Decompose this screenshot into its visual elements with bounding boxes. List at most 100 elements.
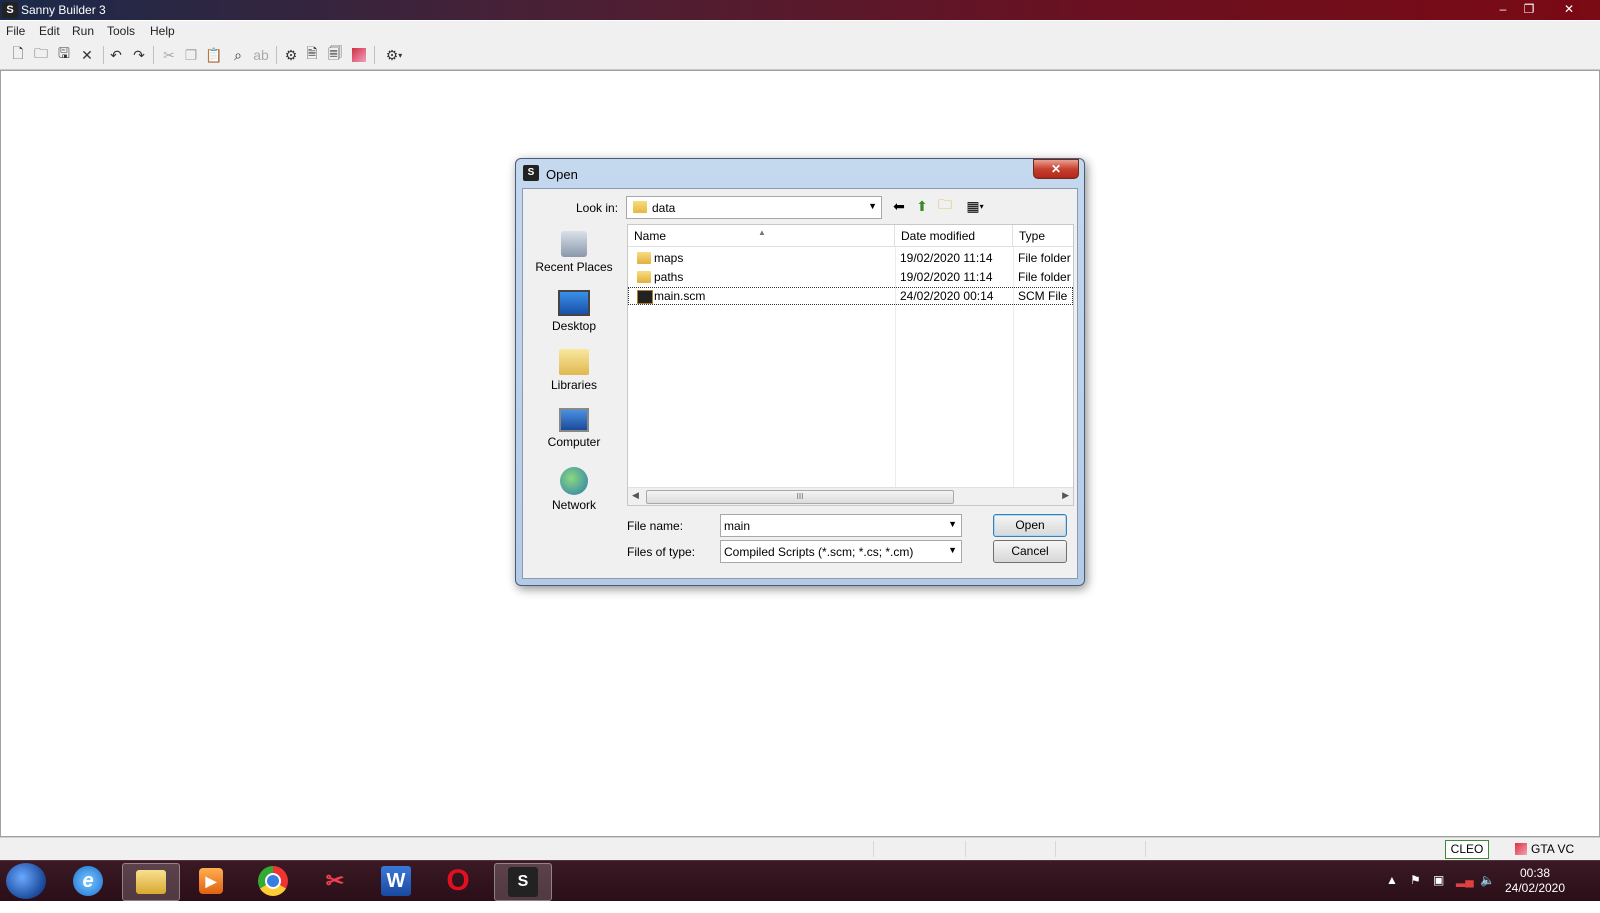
menu-bar: File Edit Run Tools Help bbox=[0, 21, 1600, 41]
find-icon[interactable]: ⌕ bbox=[229, 46, 247, 64]
show-hidden-icons-icon[interactable]: ▲ bbox=[1386, 873, 1398, 913]
chevron-down-icon: ▼ bbox=[948, 545, 957, 555]
volume-icon[interactable]: 🔈 bbox=[1480, 873, 1495, 913]
file-type-select[interactable]: Compiled Scripts (*.scm; *.cs; *.cm) ▼ bbox=[720, 540, 962, 563]
file-date: 24/02/2020 00:14 bbox=[900, 289, 994, 303]
options-gear-icon[interactable]: ⚙ ▾ bbox=[380, 46, 408, 64]
place-desktop[interactable]: Desktop bbox=[526, 290, 622, 333]
toolbar-separator bbox=[153, 46, 154, 64]
column-header-type[interactable]: Type bbox=[1013, 225, 1073, 247]
look-in-label: Look in: bbox=[576, 201, 619, 215]
new-file-icon[interactable]: 🗋 bbox=[9, 45, 27, 64]
action-center-flag-icon[interactable]: ⚑ bbox=[1410, 873, 1421, 913]
toolbar-separator bbox=[374, 46, 375, 64]
menu-tools[interactable]: Tools bbox=[107, 24, 135, 38]
close-icon[interactable]: ✕ bbox=[78, 46, 96, 64]
taskbar-media-player[interactable]: ▶ bbox=[183, 863, 239, 899]
opera-icon: O bbox=[446, 864, 470, 897]
cut-icon[interactable]: ✂ bbox=[160, 46, 178, 64]
cleo-status-badge[interactable]: CLEO bbox=[1445, 840, 1489, 859]
up-folder-icon[interactable]: ⬆ bbox=[913, 197, 931, 215]
safely-remove-hardware-icon[interactable]: ▣ bbox=[1433, 873, 1444, 913]
undo-icon[interactable]: ↶ bbox=[107, 46, 125, 64]
menu-edit[interactable]: Edit bbox=[39, 24, 60, 38]
folder-icon bbox=[637, 271, 651, 283]
taskbar-word[interactable]: W bbox=[368, 863, 424, 899]
open-button[interactable]: Open bbox=[993, 514, 1067, 537]
replace-icon[interactable]: ab bbox=[252, 46, 270, 64]
place-label: Network bbox=[551, 498, 596, 512]
file-list[interactable]: Name ▲ Date modified Type maps 19/02/202… bbox=[627, 224, 1074, 506]
scm-file-icon bbox=[637, 290, 653, 304]
taskbar-internet-explorer[interactable]: e bbox=[60, 863, 116, 899]
scroll-left-icon[interactable]: ◀ bbox=[632, 490, 639, 501]
menu-run[interactable]: Run bbox=[72, 24, 94, 38]
status-segment bbox=[1055, 841, 1056, 857]
menu-help[interactable]: Help bbox=[150, 24, 175, 38]
file-row[interactable]: paths 19/02/2020 11:14 File folder bbox=[628, 268, 1073, 286]
column-header-name[interactable]: Name ▲ bbox=[628, 225, 895, 247]
taskbar-chrome[interactable] bbox=[245, 863, 301, 899]
copy-icon[interactable]: ❐ bbox=[182, 46, 200, 64]
place-label: Computer bbox=[547, 435, 601, 449]
file-date: 19/02/2020 11:14 bbox=[900, 270, 993, 284]
taskbar-opera[interactable]: O bbox=[430, 863, 486, 899]
start-button[interactable] bbox=[6, 863, 46, 899]
file-date: 19/02/2020 11:14 bbox=[900, 251, 993, 265]
close-window-button[interactable]: ✕ bbox=[1556, 0, 1582, 18]
network-icon bbox=[560, 467, 588, 495]
dialog-body: Look in: data ▼ ⬅ ⬆ 🗀 ▦ ▾ Recent Places D… bbox=[522, 188, 1078, 579]
ide-icon[interactable] bbox=[350, 46, 368, 64]
open-folder-icon[interactable]: 🗀 bbox=[32, 45, 50, 64]
back-arrow-icon[interactable]: ⬅ bbox=[890, 197, 908, 215]
status-segment bbox=[1145, 841, 1146, 857]
dialog-app-icon: S bbox=[523, 165, 539, 181]
file-name-input[interactable]: main ▼ bbox=[720, 514, 962, 537]
place-network[interactable]: Network bbox=[526, 467, 622, 512]
place-libraries[interactable]: Libraries bbox=[526, 349, 622, 392]
open-dialog: S Open ✕ Look in: data ▼ ⬅ ⬆ 🗀 ▦ ▾ Recent… bbox=[515, 158, 1085, 586]
internet-explorer-icon: e bbox=[73, 866, 103, 896]
dialog-close-button[interactable]: ✕ bbox=[1033, 159, 1079, 179]
compile-decompile-icon[interactable]: 🗐 bbox=[326, 45, 344, 64]
file-row[interactable]: maps 19/02/2020 11:14 File folder bbox=[628, 249, 1073, 267]
scroll-right-icon[interactable]: ▶ bbox=[1062, 490, 1069, 501]
file-type: File folder bbox=[1018, 251, 1071, 265]
view-menu-icon[interactable]: ▦ ▾ bbox=[961, 197, 989, 215]
taskbar-snipping-tool[interactable]: ✂ bbox=[307, 863, 363, 899]
file-name: paths bbox=[654, 270, 684, 284]
game-status[interactable]: GTA VC bbox=[1515, 842, 1574, 856]
word-icon: W bbox=[381, 866, 411, 896]
menu-file[interactable]: File bbox=[6, 24, 25, 38]
place-computer[interactable]: Computer bbox=[526, 408, 622, 449]
scrollbar-thumb[interactable]: III bbox=[646, 490, 954, 504]
recent-places-icon bbox=[561, 231, 587, 257]
sanny-builder-app-icon[interactable]: S bbox=[2, 2, 18, 18]
redo-icon[interactable]: ↷ bbox=[130, 46, 148, 64]
taskbar-sanny-builder[interactable]: S bbox=[494, 863, 552, 901]
media-player-icon: ▶ bbox=[199, 868, 223, 894]
cancel-button[interactable]: Cancel bbox=[993, 540, 1067, 563]
clock-time: 00:38 bbox=[1519, 866, 1551, 880]
horizontal-scrollbar[interactable]: ◀ III ▶ bbox=[628, 487, 1073, 505]
network-signal-icon[interactable]: ▂▄ bbox=[1456, 873, 1474, 913]
taskbar-file-explorer[interactable] bbox=[122, 863, 180, 901]
paste-icon[interactable]: 📋 bbox=[205, 46, 223, 64]
restore-button[interactable]: ❐ bbox=[1516, 0, 1542, 18]
look-in-combo[interactable]: data ▼ bbox=[626, 196, 882, 219]
status-segment bbox=[873, 841, 874, 857]
decompile-icon[interactable]: 🗎 bbox=[303, 45, 321, 64]
file-type-value: Compiled Scripts (*.scm; *.cs; *.cm) bbox=[724, 545, 914, 559]
new-folder-icon[interactable]: 🗀 bbox=[936, 196, 954, 215]
file-row-selected[interactable]: main.scm 24/02/2020 00:14 SCM File bbox=[628, 287, 1073, 305]
save-icon[interactable]: 🖫 bbox=[55, 45, 73, 64]
chevron-down-icon[interactable]: ▼ bbox=[948, 519, 957, 529]
system-clock[interactable]: 00:38 24/02/2020 bbox=[1495, 866, 1575, 896]
status-segment bbox=[965, 841, 966, 857]
place-recent-places[interactable]: Recent Places bbox=[526, 231, 622, 274]
minimize-button[interactable]: – bbox=[1490, 0, 1516, 18]
dialog-title: Open bbox=[546, 167, 578, 182]
compile-icon[interactable]: ⚙ bbox=[282, 46, 300, 64]
column-header-date[interactable]: Date modified bbox=[895, 225, 1013, 247]
folder-icon bbox=[637, 252, 651, 264]
